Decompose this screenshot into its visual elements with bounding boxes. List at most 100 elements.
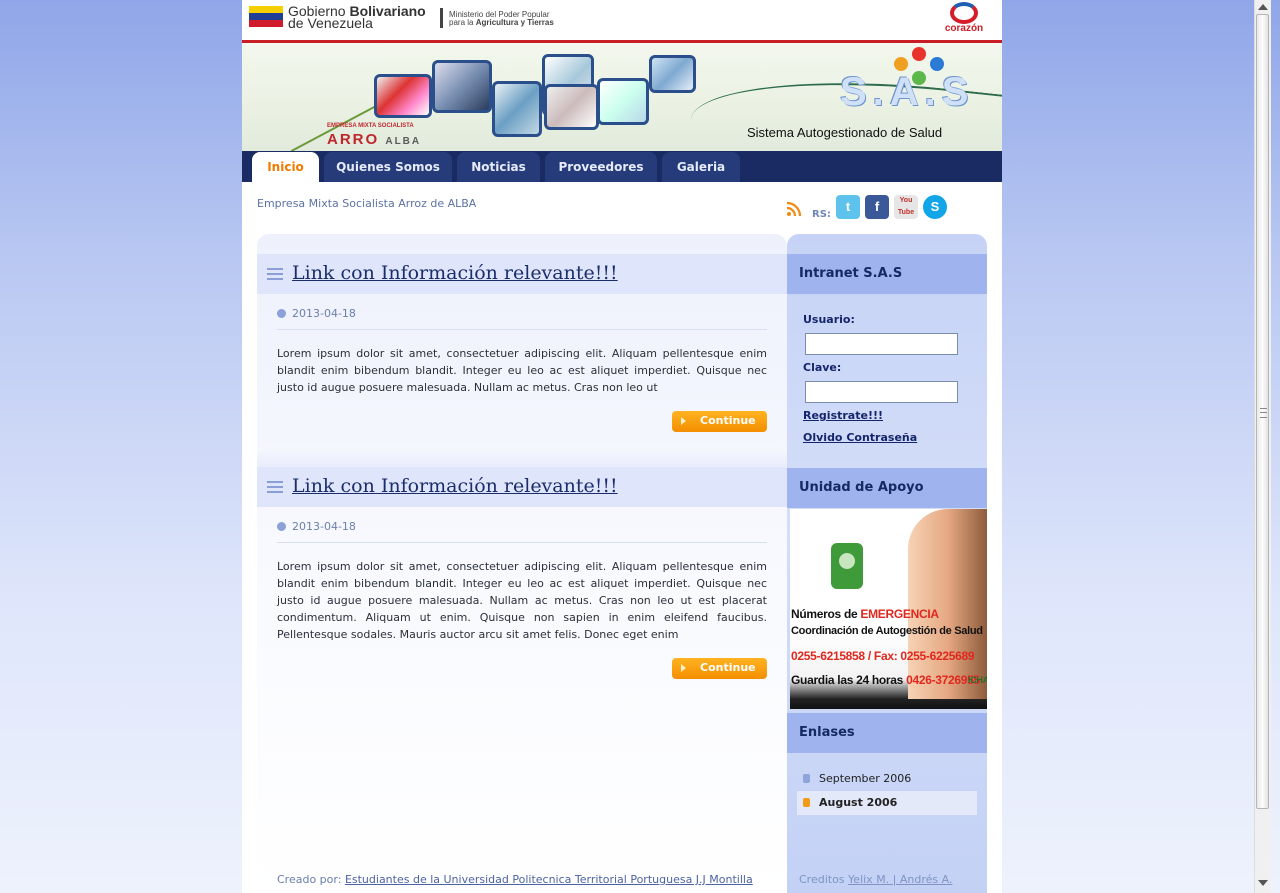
usuario-label: Usuario: [803,313,855,326]
banner-photo-pills [374,74,432,118]
scroll-up-arrow-icon[interactable] [1258,4,1268,10]
ministry-name: Ministerio del Poder Popular para la Agr… [449,11,554,27]
emergency-word: EMERGENCIA [860,607,939,621]
document-icon [803,798,810,807]
post-title-link[interactable]: Link con Información relevante!!! [292,475,618,497]
tab-noticias[interactable]: Noticias [457,152,540,182]
document-icon [803,774,810,783]
emergency-line3: 0255-6215858 / Fax: 0255-6225689 [791,649,975,663]
banner-photo-surgery [649,55,696,93]
tab-proveedores[interactable]: Proveedores [545,152,657,182]
apoyo-heading: Unidad de Apoyo [787,468,987,508]
divider [277,542,767,543]
scroll-down-arrow-icon[interactable] [1258,880,1268,886]
venezuela-flag-icon [249,6,283,28]
archive-link-label: August 2006 [819,796,898,809]
archive-link-september-2006[interactable]: September 2006 [797,767,977,791]
continue-button[interactable]: Continue [672,411,767,432]
post-list-icon [267,481,283,493]
creditos-prefix: Creditos [799,873,849,886]
clave-input[interactable] [805,381,958,403]
alba-logo-text: ALBA [385,136,422,147]
sas-subtitle: Sistema Autogestionado de Salud [747,125,943,140]
banner-photo-microscope [492,81,542,137]
government-bar: Gobierno Bolivariano de Venezuela Minist… [242,0,1002,43]
footer-creditos: Creditos Yelix M. | Andrés A. [799,873,952,886]
post-separator [257,447,787,467]
sas-logo-text: S.A.S [840,70,975,114]
corazon-text: corazón [944,23,984,34]
twitter-icon[interactable]: t [836,195,860,219]
tab-inicio[interactable]: Inicio [252,152,319,182]
operator-photo [908,509,987,699]
clock-icon [277,522,286,531]
forgot-password-link[interactable]: Olvido Contraseña [803,431,917,444]
tab-galeria[interactable]: Galeria [662,152,740,182]
clave-label: Clave: [803,361,842,374]
banner-photo-patient [544,84,599,130]
sidebar: Intranet S.A.S Usuario: Clave: Registrat… [787,234,987,893]
banner-photo-nurse [597,78,649,125]
arrow-right-icon [681,417,686,425]
continue-label: Continue [700,661,756,674]
usuario-input[interactable] [805,333,958,355]
register-link[interactable]: Registrate!!! [803,409,883,422]
arroz-logo-text: ARRO [327,131,380,148]
emergency-line1: Números de EMERGENCIA [791,607,939,621]
skype-icon[interactable]: S [923,195,947,219]
arroz-alba-logo: ARRO ALBA [327,131,421,148]
rss-icon[interactable] [786,201,802,217]
creditos-link[interactable]: Yelix M. | Andrés A. [848,873,952,886]
phone-icon [831,543,863,589]
corazon-heart-icon [950,2,978,24]
arroz-alba-label: EMPRESA MIXTA SOCIALISTA [327,123,414,129]
intranet-heading: Intranet S.A.S [787,254,987,294]
arrow-right-icon [681,664,686,672]
footer-author-link[interactable]: Estudiantes de la Universidad Politecnic… [345,873,753,886]
footer-credits: Creado por: Estudiantes de la Universida… [277,873,753,886]
emergency-line2: Coordinación de Autogestión de Salud [791,625,983,637]
site-tagline: Empresa Mixta Socialista Arroz de ALBA [257,197,477,210]
continue-label: Continue [700,414,756,427]
clock-icon [277,309,286,318]
archive-link-label: September 2006 [819,772,912,785]
icha-logo: ICHA [968,675,987,685]
social-label: RS: [812,209,831,220]
ministry-line2: para la [449,18,476,27]
footer-prefix: Creado por: [277,873,345,886]
continue-button[interactable]: Continue [672,658,767,679]
enlaces-heading: Enlases [787,713,987,753]
page-container: Gobierno Bolivariano de Venezuela Minist… [242,0,1002,893]
post-body: Lorem ipsum dolor sit amet, consectetuer… [277,560,767,641]
main-content: Link con Información relevante!!! 2013-0… [257,234,787,893]
post-title-bar: Link con Información relevante!!! [257,254,787,294]
post-title-link[interactable]: Link con Información relevante!!! [292,262,618,284]
banner-photo-xray [432,60,492,113]
divider [277,329,767,330]
post-title-bar: Link con Información relevante!!! [257,467,787,507]
emergency-banner[interactable]: Números de EMERGENCIA Coordinación de Au… [790,509,987,709]
corazon-logo: corazón [940,2,988,38]
post-date: 2013-04-18 [292,307,356,320]
sas-banner: EMPRESA MIXTA SOCIALISTA ARRO ALBA S.A.S… [242,43,1002,151]
emergency-line4: Guardia las 24 horas 0426-3726955 [791,673,980,687]
post: Link con Información relevante!!! 2013-0… [257,254,787,447]
post-list-icon [267,268,283,280]
post-body: Lorem ipsum dolor sit amet, consectetuer… [277,347,767,394]
tab-quienes-somos[interactable]: Quienes Somos [324,152,452,182]
government-name: Gobierno Bolivariano de Venezuela [288,4,426,31]
post-date: 2013-04-18 [292,520,356,533]
divider [440,8,443,28]
facebook-icon[interactable]: f [865,195,889,219]
emergency-numbers-label: Números de [791,607,861,621]
guardia-label: Guardia las 24 horas [791,673,907,687]
scrollbar-thumb[interactable] [1256,14,1269,809]
main-navigation: Inicio Quienes Somos Noticias Proveedore… [242,151,1002,182]
grip-icon [1260,408,1267,418]
gov-name-line2: de Venezuela [288,15,373,31]
post: Link con Información relevante!!! 2013-0… [257,467,787,693]
youtube-icon[interactable]: You Tube [894,195,918,219]
page-scrollbar[interactable] [1254,0,1271,893]
archive-link-august-2006[interactable]: August 2006 [797,791,977,815]
ministry-line2-bold: Agricultura y Tierras [475,18,554,27]
